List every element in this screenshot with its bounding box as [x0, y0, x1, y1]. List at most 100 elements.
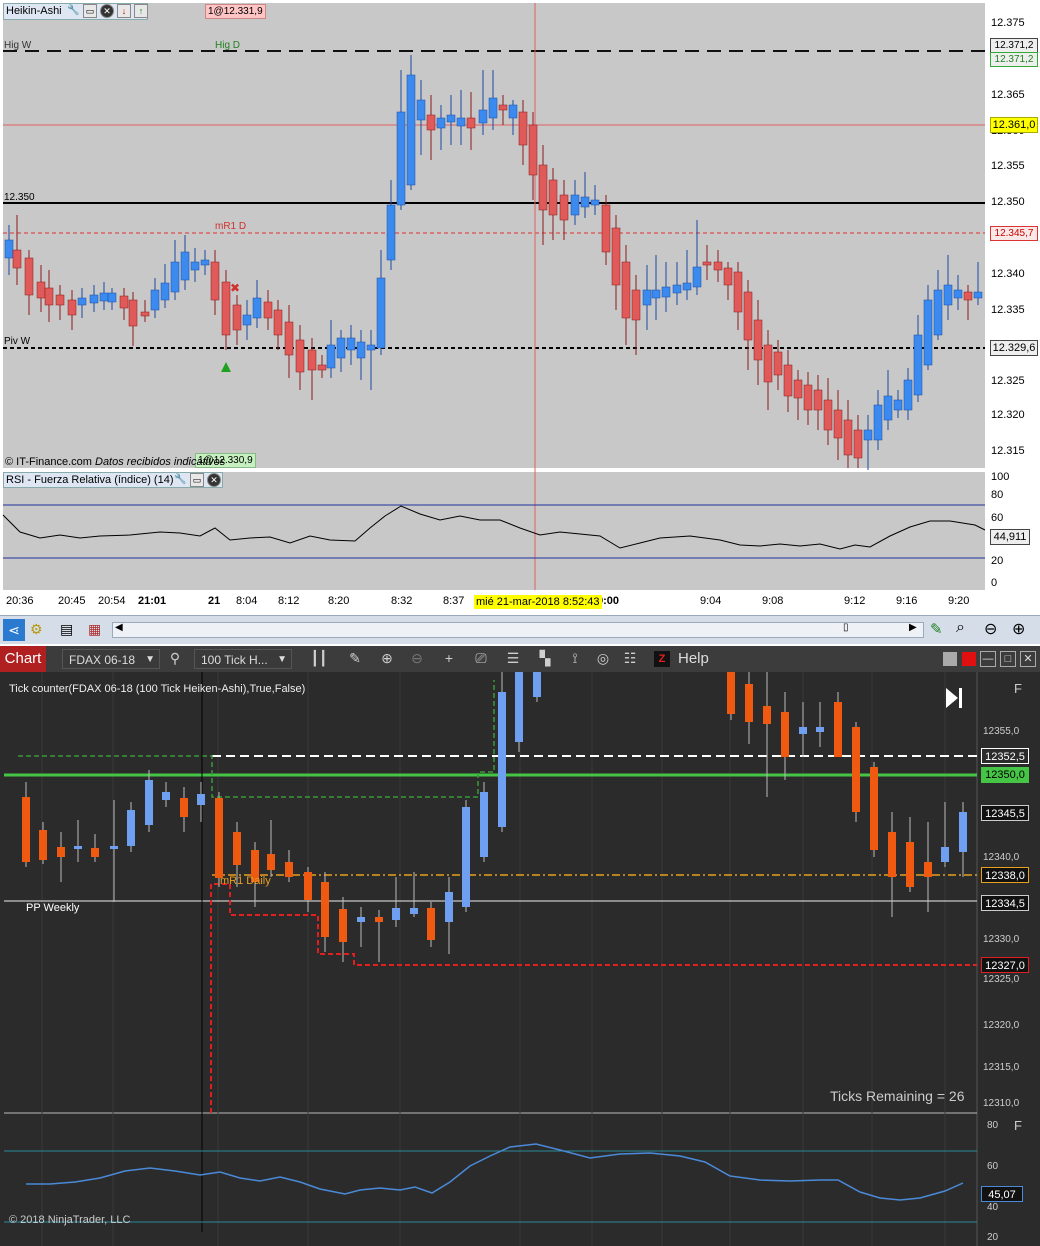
move-down-icon[interactable]: ↓ — [117, 4, 131, 18]
candle-body — [232, 304, 242, 331]
candle-body — [713, 261, 723, 271]
zoom-out-icon[interactable]: ⊖ — [984, 619, 997, 639]
candle-body — [692, 266, 702, 288]
ninja-chart-canvas[interactable] — [0, 672, 1040, 1246]
candle-body — [200, 259, 210, 266]
candle-body — [263, 301, 273, 319]
strategies-icon[interactable]: ⟟ — [562, 646, 588, 670]
axis-tick-label: 60 — [991, 512, 1004, 524]
zoom-in-icon[interactable]: ⊕ — [1012, 619, 1025, 639]
candle-body — [210, 261, 220, 301]
order-tag-top[interactable]: 1@12.331,9 — [205, 4, 266, 19]
pencil-icon[interactable]: ✎ — [342, 646, 368, 670]
scroll-right-icon[interactable]: ▶ — [909, 622, 917, 633]
candle-body — [903, 379, 913, 411]
candle-body — [570, 194, 580, 216]
candle-body — [127, 810, 135, 846]
window-icon[interactable]: ▭ — [190, 473, 204, 487]
templates-icon[interactable]: ▦ — [88, 621, 101, 638]
high-day-label: Hig D — [215, 40, 241, 51]
candle-body — [375, 917, 383, 922]
candle-body — [723, 267, 733, 286]
z-order-icon[interactable]: Z — [654, 651, 670, 667]
move-up-icon[interactable]: ↑ — [134, 4, 148, 18]
time-tick-label: 9:04 — [700, 595, 722, 607]
level-label: 12.350 — [4, 192, 35, 203]
time-tick-label: 9:12 — [844, 595, 866, 607]
axis-tick-label: 12.335 — [991, 304, 1025, 316]
candle-body — [843, 419, 853, 456]
help-menu[interactable]: Help — [678, 646, 709, 672]
close-icon[interactable]: ✕ — [207, 473, 221, 487]
candle-body — [973, 291, 983, 299]
top-chart-canvas[interactable]: ✖ — [0, 0, 1040, 646]
indicators-icon[interactable]: ⚙ — [30, 621, 43, 638]
templates-icon[interactable]: ▚ — [532, 646, 558, 670]
window-icon[interactable]: ▭ — [83, 4, 97, 18]
scroll-thumb[interactable]: ▯ — [843, 622, 849, 633]
mr1-daily-label: mR1 Daily — [220, 875, 271, 887]
properties-icon[interactable]: ☰ — [500, 646, 526, 670]
time-tick-label: 9:08 — [762, 595, 784, 607]
properties-icon[interactable]: ▤ — [60, 621, 73, 638]
candle-body — [317, 364, 327, 371]
candle-body — [304, 872, 312, 900]
axis-tick-label: 12315,0 — [983, 1062, 1020, 1073]
candle-body — [74, 846, 82, 849]
horizontal-scrollbar[interactable]: ◀ ▯ ▶ — [112, 622, 924, 638]
scroll-left-icon[interactable]: ◀ — [115, 622, 123, 633]
candle-body — [89, 294, 99, 304]
candle-body — [727, 672, 735, 714]
window-grey-icon[interactable] — [943, 652, 957, 666]
chevron-down-icon: ▼ — [145, 654, 155, 665]
bar-type-select[interactable]: 100 Tick H... ▼ — [194, 649, 292, 669]
candle-body — [170, 261, 180, 293]
close-icon[interactable]: ✕ — [1020, 651, 1036, 667]
chart-tab[interactable]: Chart — [0, 646, 46, 672]
candle-body — [346, 337, 356, 351]
crosshair-icon[interactable]: + — [436, 646, 462, 670]
candle-body — [745, 684, 753, 722]
refresh-icon[interactable]: ◎ — [590, 646, 616, 670]
axis-tick-label: 20 — [987, 1232, 999, 1243]
bar-style-icon[interactable]: ┃┃ — [306, 646, 332, 670]
price-axis[interactable]: 12355,0 12350,0 12340,0 12330,0 12325,0 12320… — [977, 672, 1040, 1112]
candle-body — [590, 199, 600, 206]
candle-body — [488, 97, 498, 119]
axis-tick-label: 12.315 — [991, 445, 1025, 457]
list-icon[interactable]: ☷ — [617, 646, 643, 670]
window-red-icon[interactable] — [962, 652, 976, 666]
candle-body — [743, 291, 753, 341]
draw-tool-icon[interactable]: ✎ — [930, 620, 943, 638]
search-icon[interactable]: ⚲ — [164, 646, 186, 670]
candle-body — [392, 908, 400, 920]
instrument-select[interactable]: FDAX 06-18 ▼ — [62, 649, 160, 669]
candle-body — [816, 727, 824, 732]
data-status-text: Datos recibidos indicativos — [95, 456, 226, 468]
close-icon[interactable]: ✕ — [100, 4, 114, 18]
wrench-icon[interactable]: 🔧 — [67, 5, 79, 16]
data-box-icon[interactable]: ⎚ — [468, 646, 494, 670]
candle-body — [406, 74, 416, 186]
time-tick-label: 8:12 — [278, 595, 300, 607]
time-tick-label: 8:37 — [443, 595, 465, 607]
candle-body — [366, 344, 376, 351]
wrench-icon[interactable]: 🔧 — [174, 474, 186, 485]
chart-header: Heikin-Ashi 🔧 ▭ ✕ ↓ ↑ — [3, 3, 148, 20]
zoom-fit-icon[interactable]: ⌕ — [956, 619, 965, 637]
candle-body — [67, 299, 77, 316]
ninja-toolbar: Chart FDAX 06-18 ▼ ⚲ 100 Tick H... ▼ ┃┃ ✎ … — [0, 646, 1040, 672]
candle-body — [580, 196, 590, 208]
share-icon[interactable]: ⋖ — [3, 619, 25, 641]
maximize-icon[interactable]: □ — [1000, 651, 1016, 667]
candle-body — [906, 842, 914, 887]
axis-tick-label: 12320,0 — [983, 1020, 1020, 1031]
zoom-out-icon[interactable]: ⊖ — [404, 646, 430, 670]
axis-tick-label: 12.350 — [991, 196, 1025, 208]
rsi-header: RSI - Fuerza Relativa (índice) (14) 🔧 ▭ … — [3, 472, 223, 488]
time-tick-label: 9:20 — [948, 595, 970, 607]
minimize-icon[interactable]: — — [980, 651, 996, 667]
candle-body — [339, 909, 347, 942]
candle-body — [140, 311, 150, 317]
zoom-in-icon[interactable]: ⊕ — [374, 646, 400, 670]
